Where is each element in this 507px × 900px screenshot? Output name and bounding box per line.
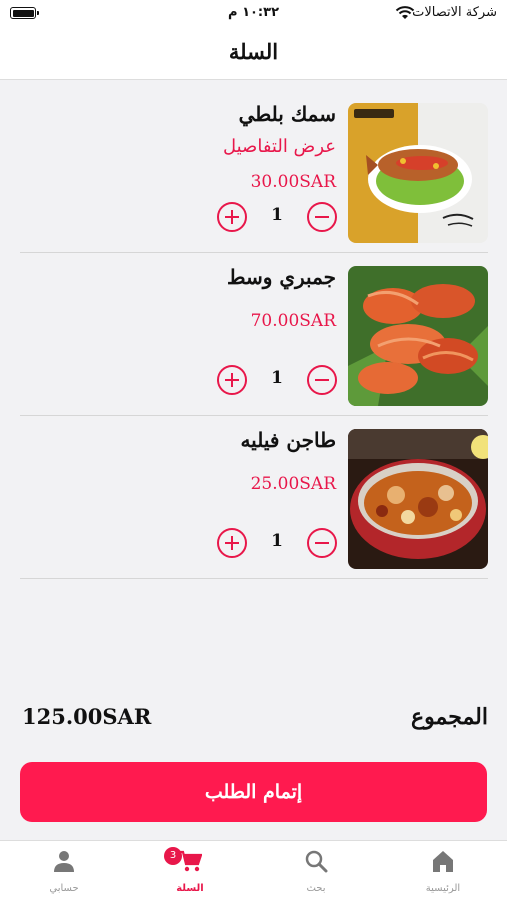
plus-icon[interactable] [217,365,247,395]
tagine-dish-image[interactable] [348,429,488,569]
item-price: 30.00SAR [250,172,336,192]
item-quantity: 1 [271,531,283,551]
cart-badge: 3 [164,847,182,865]
total-amount: 125.00SAR [22,704,152,729]
checkout-button[interactable]: إتمام الطلب [20,762,487,822]
cart-list: سمك بلطي عرض التفاصيل 30.00SAR 1 جمبري و… [20,90,488,579]
tab-account[interactable]: حسابي [14,841,114,900]
tab-home[interactable]: الرئيسية [393,841,493,900]
minus-icon[interactable] [307,202,337,232]
minus-icon[interactable] [307,365,337,395]
tab-label: الرئيسية [425,883,461,894]
cart-item[interactable]: جمبري وسط 70.00SAR 1 [20,253,488,416]
item-quantity: 1 [271,368,283,388]
cart-item[interactable]: سمك بلطي عرض التفاصيل 30.00SAR 1 [20,90,488,253]
home-icon [431,849,455,873]
item-name: طاجن فيليه [240,428,336,452]
quantity-stepper: 1 [217,200,337,234]
status-bar: ١٠:٣٢ م شركة الاتصالات [0,0,507,30]
quantity-stepper: 1 [217,363,337,397]
minus-icon[interactable] [307,528,337,558]
cart-item[interactable]: طاجن فيليه 25.00SAR 1 [20,416,488,579]
item-name: سمك بلطي [238,102,336,126]
item-quantity: 1 [271,205,283,225]
plus-icon[interactable] [217,202,247,232]
tab-label: حسابي [49,883,79,894]
total-row: 125.00SAR المجموع [22,700,488,740]
tab-label: بحث [306,883,326,894]
quantity-stepper: 1 [217,526,337,560]
person-icon [52,849,76,873]
plus-icon[interactable] [217,528,247,558]
tab-bar: حسابي السلة 3 بحث الرئيسية [0,840,507,900]
item-price: 25.00SAR [250,474,336,494]
total-label: المجموع [411,704,488,730]
item-price: 70.00SAR [250,311,336,331]
carrier-name: شركة الاتصالات [412,5,497,20]
search-icon [304,849,328,873]
page-title: السلة [228,39,279,64]
nav-bar: السلة [0,30,507,80]
details-link[interactable]: عرض التفاصيل [223,136,336,157]
item-name: جمبري وسط [226,265,336,289]
tab-label: السلة [176,883,204,894]
fish-dish-image[interactable] [348,103,488,243]
shrimp-dish-image[interactable] [348,266,488,406]
tab-cart[interactable]: السلة [140,841,240,900]
tab-search[interactable]: بحث [266,841,366,900]
